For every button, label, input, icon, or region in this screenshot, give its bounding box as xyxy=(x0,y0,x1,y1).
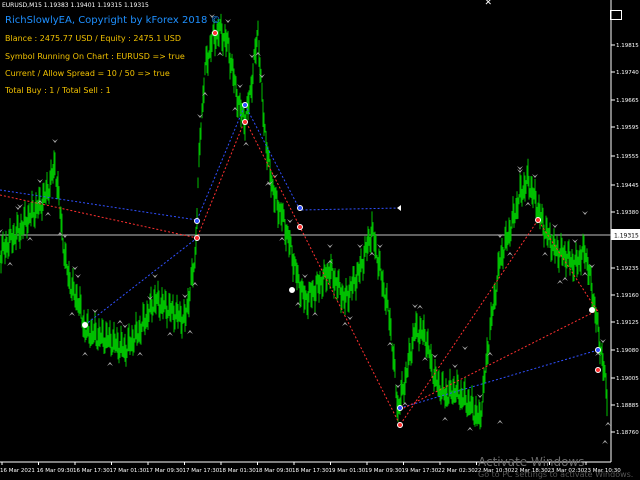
fractal-up-arrow xyxy=(107,362,113,366)
fractal-up-arrow xyxy=(82,352,88,356)
time-tick-label: 17 Mar 09:30 xyxy=(146,468,183,474)
time-tick-label: 17 Mar 17:30 xyxy=(183,468,220,474)
price-tick-label: 1.18885 xyxy=(616,403,639,409)
fractal-up-arrow xyxy=(137,352,143,356)
fractal-down-arrow xyxy=(15,206,21,210)
fractal-down-arrow xyxy=(357,244,363,248)
fractal-up-arrow xyxy=(217,52,223,56)
fractal-down-arrow xyxy=(237,84,243,88)
fractal-down-arrow xyxy=(122,324,128,328)
price-tick-label: 1.19555 xyxy=(616,154,639,160)
fractal-up-arrow xyxy=(369,252,375,256)
price-tick-label: 1.19445 xyxy=(616,183,639,189)
fractal-arrows xyxy=(0,14,611,444)
fractal-down-arrow xyxy=(532,174,538,178)
fractal-up-arrow xyxy=(525,202,531,206)
fractal-down-arrow xyxy=(452,364,458,368)
symbol-info: EURUSD,M15 1.19383 1.19401 1.19315 1.193… xyxy=(2,2,149,9)
fractal-down-arrow xyxy=(225,19,231,23)
activate-windows-subtext: Go to PC settings to activate Windows. xyxy=(478,470,634,479)
fractal-down-arrow xyxy=(52,139,58,143)
fractal-down-arrow xyxy=(600,339,606,343)
price-tick-label: 1.19380 xyxy=(616,210,639,216)
fractal-up-arrow xyxy=(605,422,611,426)
fractal-down-arrow xyxy=(552,224,558,228)
price-tick-label: 1.19665 xyxy=(616,98,639,104)
fractal-down-arrow xyxy=(152,274,158,278)
fractal-up-arrow xyxy=(542,252,548,256)
fractal-up-arrow xyxy=(167,332,173,336)
fractal-down-arrow xyxy=(92,309,98,313)
price-tick-label: 1.19080 xyxy=(616,348,639,354)
trade-markers xyxy=(82,30,601,428)
time-tick-label: 19 Mar 09:30 xyxy=(365,468,402,474)
time-tick-label: 22 Mar 02:30 xyxy=(438,468,475,474)
fractal-up-arrow xyxy=(69,312,75,316)
fractal-up-arrow xyxy=(27,237,33,241)
time-tick-label: 18 Mar 09:30 xyxy=(256,468,293,474)
total-orders-line: Total Buy : 1 / Total Sell : 1 xyxy=(5,86,111,95)
fractal-down-arrow xyxy=(517,166,523,170)
fractal-up-arrow xyxy=(497,420,503,424)
fractal-down-arrow xyxy=(412,304,418,308)
fractal-down-arrow xyxy=(302,274,308,278)
fractal-down-arrow xyxy=(182,294,188,298)
time-tick-label: 16 Mar 2021 xyxy=(0,468,35,474)
symbol-status-line: Symbol Running On Chart : EURUSD => true xyxy=(5,52,185,61)
fractal-down-arrow xyxy=(462,346,468,350)
price-tick-label: 1.19005 xyxy=(616,376,639,382)
fractal-down-arrow xyxy=(327,244,333,248)
price-tick-label: 1.19125 xyxy=(616,320,639,326)
time-tick-label: 19 Mar 17:30 xyxy=(402,468,439,474)
fractal-up-arrow xyxy=(243,142,249,146)
fractal-up-arrow xyxy=(417,305,423,309)
time-tick-label: 17 Mar 01:30 xyxy=(110,468,147,474)
time-tick-label: 16 Mar 17:30 xyxy=(73,468,110,474)
balance-line: Blance : 2475.77 USD / Equity : 2475.1 U… xyxy=(5,34,181,43)
chart-corner-box xyxy=(610,10,622,20)
activate-windows-watermark: Activate Windows xyxy=(478,455,585,469)
price-tick-label: 1.19595 xyxy=(616,125,639,131)
time-tick-label: 16 Mar 09:30 xyxy=(37,468,74,474)
fractal-down-arrow xyxy=(377,244,383,248)
price-tick-label: 1.19160 xyxy=(616,293,639,299)
spread-line: Current / Allow Spread = 10 / 50 => true xyxy=(5,69,170,78)
price-tick-label: 1.19235 xyxy=(616,266,639,272)
fractal-down-arrow xyxy=(477,394,483,398)
fractal-up-arrow xyxy=(342,322,348,326)
fractal-up-arrow xyxy=(279,237,285,241)
chart-close-icon[interactable]: ✕ xyxy=(484,0,492,8)
fractal-down-arrow xyxy=(432,354,438,358)
fractal-up-arrow xyxy=(557,280,563,284)
fractal-up-arrow xyxy=(507,252,513,256)
fractal-up-arrow xyxy=(312,312,318,316)
time-tick-label: 18 Mar 01:30 xyxy=(219,468,256,474)
fractal-up-arrow xyxy=(442,417,448,421)
fractal-up-arrow xyxy=(582,272,588,276)
fractal-down-arrow xyxy=(37,179,43,183)
fractal-up-arrow xyxy=(602,440,608,444)
fractal-up-arrow xyxy=(562,277,568,281)
fractal-up-arrow xyxy=(467,427,473,431)
fractal-down-arrow xyxy=(582,211,588,215)
price-tick-label: 1.19815 xyxy=(616,43,639,49)
fractal-down-arrow xyxy=(17,204,23,208)
fractal-up-arrow xyxy=(45,212,51,216)
price-tick-label: 1.18760 xyxy=(616,430,639,436)
fractal-down-arrow xyxy=(75,274,81,278)
fractal-up-arrow xyxy=(187,330,193,334)
sell-trade-line xyxy=(0,118,599,426)
fractal-up-arrow xyxy=(117,320,123,324)
fractal-down-arrow xyxy=(347,316,353,320)
ea-title: RichSlowlyEA, Copyright by kForex 2018 © xyxy=(5,15,221,26)
fractal-down-arrow xyxy=(287,219,293,223)
time-tick-label: 18 Mar 17:30 xyxy=(292,468,329,474)
time-tick-label: 19 Mar 01:30 xyxy=(329,468,366,474)
price-tick-label: 1.19740 xyxy=(616,70,639,76)
buy-trade-line xyxy=(0,103,401,221)
fractal-up-arrow xyxy=(402,402,408,406)
current-price-label: 1.19315 xyxy=(614,233,639,240)
fractal-up-arrow xyxy=(7,262,13,266)
fractal-down-arrow xyxy=(572,239,578,243)
